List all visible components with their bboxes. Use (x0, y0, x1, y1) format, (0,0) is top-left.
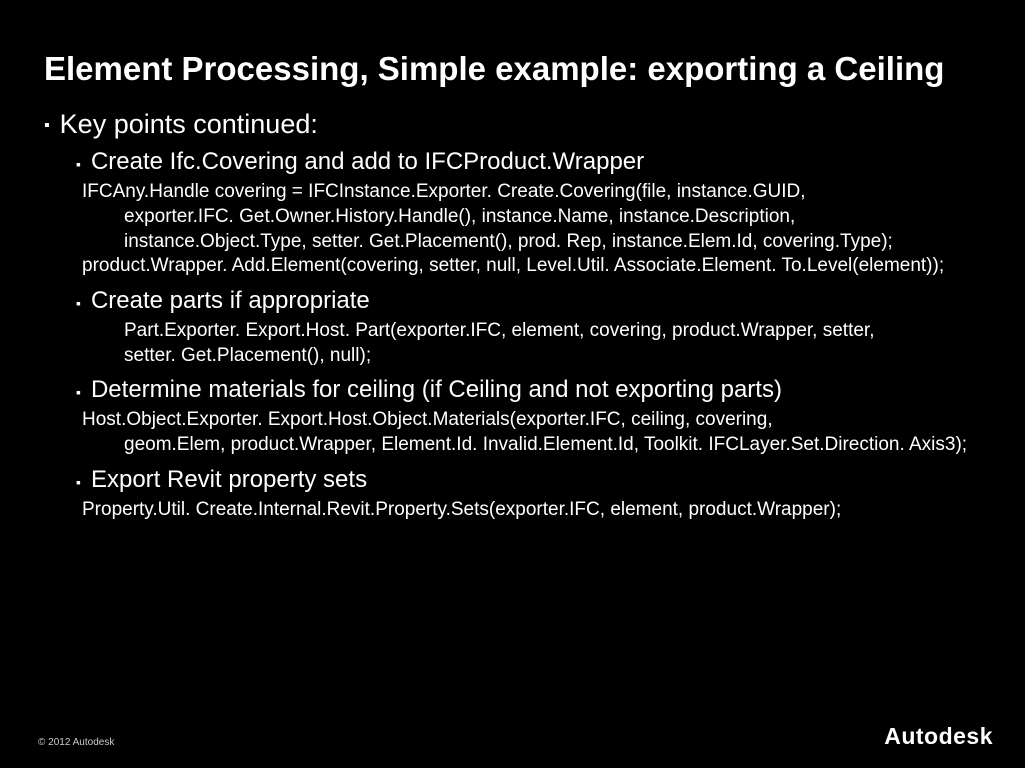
code-block: Property.Util. Create.Internal.Revit.Pro… (82, 498, 981, 523)
subitem-label: Export Revit property sets (91, 466, 367, 494)
square-bullet-icon: ▪ (44, 117, 50, 135)
code-line: exporter.IFC. Get.Owner.History.Handle()… (82, 205, 981, 230)
code-line: Property.Util. Create.Internal.Revit.Pro… (82, 498, 981, 523)
bullet-level-1: ▪ Key points continued: (44, 109, 981, 140)
bullet-level-2: ▪ Determine materials for ceiling (if Ce… (76, 376, 981, 404)
code-block: Host.Object.Exporter. Export.Host.Object… (82, 408, 981, 457)
bullet-level-2: ▪ Create parts if appropriate (76, 287, 981, 315)
slide-title: Element Processing, Simple example: expo… (0, 0, 1025, 89)
square-bullet-icon: ▪ (76, 384, 81, 400)
heading-text: Key points continued: (60, 109, 318, 140)
bullet-level-2: ▪ Export Revit property sets (76, 466, 981, 494)
code-line: setter. Get.Placement(), null); (82, 344, 981, 369)
square-bullet-icon: ▪ (76, 156, 81, 172)
code-line: geom.Elem, product.Wrapper, Element.Id. … (82, 433, 981, 458)
code-line: IFCAny.Handle covering = IFCInstance.Exp… (82, 180, 981, 205)
copyright-text: © 2012 Autodesk (38, 737, 114, 748)
code-line: instance.Object.Type, setter. Get.Placem… (82, 230, 981, 255)
code-block: Part.Exporter. Export.Host. Part(exporte… (82, 319, 981, 368)
subitem-label: Determine materials for ceiling (if Ceil… (91, 376, 782, 404)
bullet-level-2: ▪ Create Ifc.Covering and add to IFCProd… (76, 148, 981, 176)
square-bullet-icon: ▪ (76, 295, 81, 311)
code-line: product.Wrapper. Add.Element(covering, s… (82, 254, 981, 279)
square-bullet-icon: ▪ (76, 474, 81, 490)
subitem-label: Create parts if appropriate (91, 287, 370, 315)
code-line: Part.Exporter. Export.Host. Part(exporte… (82, 319, 981, 344)
slide-content: ▪ Key points continued: ▪ Create Ifc.Cov… (0, 89, 1025, 522)
brand-logo: Autodesk (884, 723, 993, 750)
code-line: Host.Object.Exporter. Export.Host.Object… (82, 408, 981, 433)
code-block: IFCAny.Handle covering = IFCInstance.Exp… (82, 180, 981, 279)
subitem-label: Create Ifc.Covering and add to IFCProduc… (91, 148, 644, 176)
